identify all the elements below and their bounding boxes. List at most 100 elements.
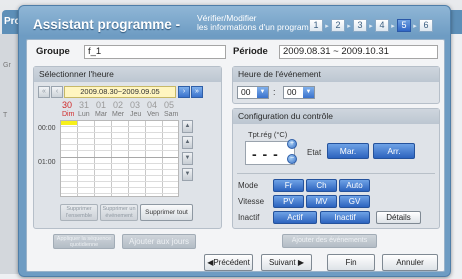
dialog-subtitle: Vérifier/Modifier les informations d'un … bbox=[197, 14, 321, 32]
periode-label: Période bbox=[233, 46, 268, 57]
next-button[interactable]: Suivant ▶ bbox=[261, 254, 312, 271]
control-config-panel: Configuration du contrôle Tpt.rég (°C) -… bbox=[232, 108, 440, 229]
next-week-button[interactable]: › bbox=[178, 86, 190, 98]
day-number: 05 bbox=[164, 100, 175, 110]
step-arrow-icon: ▸ bbox=[413, 22, 417, 30]
select-time-title: Sélectionner l'heure bbox=[34, 67, 221, 82]
selected-time-cell[interactable] bbox=[61, 121, 78, 125]
step-5-current: 5 bbox=[397, 19, 411, 32]
step-arrow-icon: ▸ bbox=[391, 22, 395, 30]
temp-setpoint-value: - - - bbox=[252, 146, 279, 162]
mode-auto-button[interactable]: Auto bbox=[339, 179, 370, 192]
step-3: 3 bbox=[353, 19, 367, 32]
dialog-title-text: Assistant programme bbox=[33, 17, 172, 32]
scroll-top-button[interactable]: ▲ bbox=[182, 120, 193, 133]
scroll-down-button[interactable]: ▼ bbox=[182, 152, 193, 165]
last-week-button[interactable]: » bbox=[191, 86, 203, 98]
hour-select[interactable]: 00 ▼ bbox=[237, 86, 269, 99]
day-number: 03 bbox=[130, 100, 141, 110]
background-label: Gr bbox=[3, 62, 11, 69]
inactif-actif-button[interactable]: Actif bbox=[273, 211, 317, 224]
background-side bbox=[0, 34, 18, 274]
chevron-down-icon: ▼ bbox=[303, 87, 314, 98]
apply-daily-sequence-button[interactable]: Appliquer la séquence quotidienne bbox=[53, 234, 115, 249]
step-arrow-icon: ▸ bbox=[347, 22, 351, 30]
hour-value: 00 bbox=[241, 87, 251, 97]
grid-line bbox=[61, 138, 178, 139]
day-name: Ven bbox=[147, 111, 160, 118]
control-config-title: Configuration du contrôle bbox=[233, 109, 439, 124]
select-time-panel: Sélectionner l'heure « ‹ 2009.08.30~2009… bbox=[33, 66, 222, 229]
separator bbox=[237, 173, 435, 174]
minute-select[interactable]: 00 ▼ bbox=[283, 86, 315, 99]
prev-week-button[interactable]: ‹ bbox=[51, 86, 63, 98]
time-label: 00:00 bbox=[38, 125, 56, 132]
grid-line bbox=[61, 150, 178, 151]
temp-up-button[interactable]: + bbox=[287, 139, 297, 149]
background-tab-right bbox=[450, 10, 462, 34]
subtitle-line2: les informations d'un programme bbox=[197, 22, 321, 32]
mode-label: Mode bbox=[238, 181, 259, 190]
day-name: Lun bbox=[78, 111, 90, 118]
etat-on-button[interactable]: Mar. bbox=[327, 143, 369, 159]
step-4: 4 bbox=[375, 19, 389, 32]
grid-line bbox=[61, 187, 178, 188]
event-time-title: Heure de l'événement bbox=[233, 67, 439, 82]
grid-line bbox=[61, 157, 178, 158]
etat-off-button[interactable]: Arr. bbox=[373, 143, 415, 159]
event-time-panel: Heure de l'événement 00 ▼ : 00 ▼ bbox=[232, 66, 440, 104]
day-name: Mer bbox=[112, 111, 125, 118]
add-to-days-button[interactable]: Ajouter aux jours bbox=[122, 234, 196, 249]
previous-button[interactable]: ◀Précédent bbox=[204, 254, 253, 271]
grid-line bbox=[61, 144, 178, 145]
day-number: 30 bbox=[62, 100, 73, 110]
delete-repeated-button[interactable]: Supprimer l'ensemble répété bbox=[60, 204, 98, 221]
dialog-title: Assistant programme - bbox=[33, 17, 180, 32]
mode-fr-button[interactable]: Fr bbox=[273, 179, 304, 192]
grid-line bbox=[61, 169, 178, 170]
grid-line bbox=[61, 175, 178, 176]
dialog-content: Groupe f_1 Période 2009.08.31 ~ 2009.10.… bbox=[26, 39, 445, 272]
groupe-label: Groupe bbox=[36, 46, 70, 57]
vitesse-pv-button[interactable]: PV bbox=[273, 195, 304, 208]
grid-line bbox=[61, 132, 178, 133]
grid-line bbox=[61, 163, 178, 164]
day-number: 01 bbox=[96, 100, 107, 110]
minute-value: 00 bbox=[287, 87, 297, 97]
scroll-up-button[interactable]: ▲ bbox=[182, 136, 193, 149]
day-number: 02 bbox=[113, 100, 124, 110]
periode-field: 2009.08.31 ~ 2009.10.31 bbox=[279, 45, 438, 59]
schedule-grid[interactable] bbox=[60, 120, 179, 197]
add-events-button[interactable]: Ajouter des événements bbox=[282, 234, 377, 248]
scroll-bottom-button[interactable]: ▼ bbox=[182, 168, 193, 181]
first-week-button[interactable]: « bbox=[38, 86, 50, 98]
time-colon: : bbox=[273, 87, 276, 97]
finish-button[interactable]: Fin bbox=[327, 254, 375, 271]
delete-event-button[interactable]: Supprimer un événement bbox=[100, 204, 138, 221]
etat-label: Etat bbox=[307, 148, 322, 157]
step-2: 2 bbox=[331, 19, 345, 32]
dialog-title-separator: - bbox=[175, 17, 181, 32]
grid-line bbox=[61, 181, 178, 182]
step-6: 6 bbox=[419, 19, 433, 32]
temp-setpoint-label: Tpt.rég (°C) bbox=[248, 130, 288, 139]
chevron-down-icon: ▼ bbox=[257, 87, 268, 98]
time-label: 01:00 bbox=[38, 159, 56, 166]
day-number: 31 bbox=[79, 100, 90, 110]
cancel-button[interactable]: Annuler bbox=[382, 254, 438, 271]
mode-ch-button[interactable]: Ch bbox=[306, 179, 337, 192]
day-name: Dim bbox=[62, 111, 75, 118]
delete-all-button[interactable]: Supprimer tout bbox=[140, 204, 193, 221]
step-arrow-icon: ▸ bbox=[369, 22, 373, 30]
vitesse-mv-button[interactable]: MV bbox=[306, 195, 337, 208]
inactif-inactif-button[interactable]: Inactif bbox=[320, 211, 370, 224]
assistant-programme-dialog: Assistant programme - Vérifier/Modifier … bbox=[18, 5, 451, 277]
background-label: T bbox=[3, 112, 8, 119]
temp-down-button[interactable]: − bbox=[287, 154, 297, 164]
details-button[interactable]: Détails bbox=[376, 211, 421, 224]
grid-line bbox=[61, 126, 178, 127]
vitesse-gv-button[interactable]: GV bbox=[339, 195, 370, 208]
step-1: 1 bbox=[309, 19, 323, 32]
inactif-label: Inactif bbox=[238, 213, 260, 222]
day-number: 04 bbox=[147, 100, 158, 110]
